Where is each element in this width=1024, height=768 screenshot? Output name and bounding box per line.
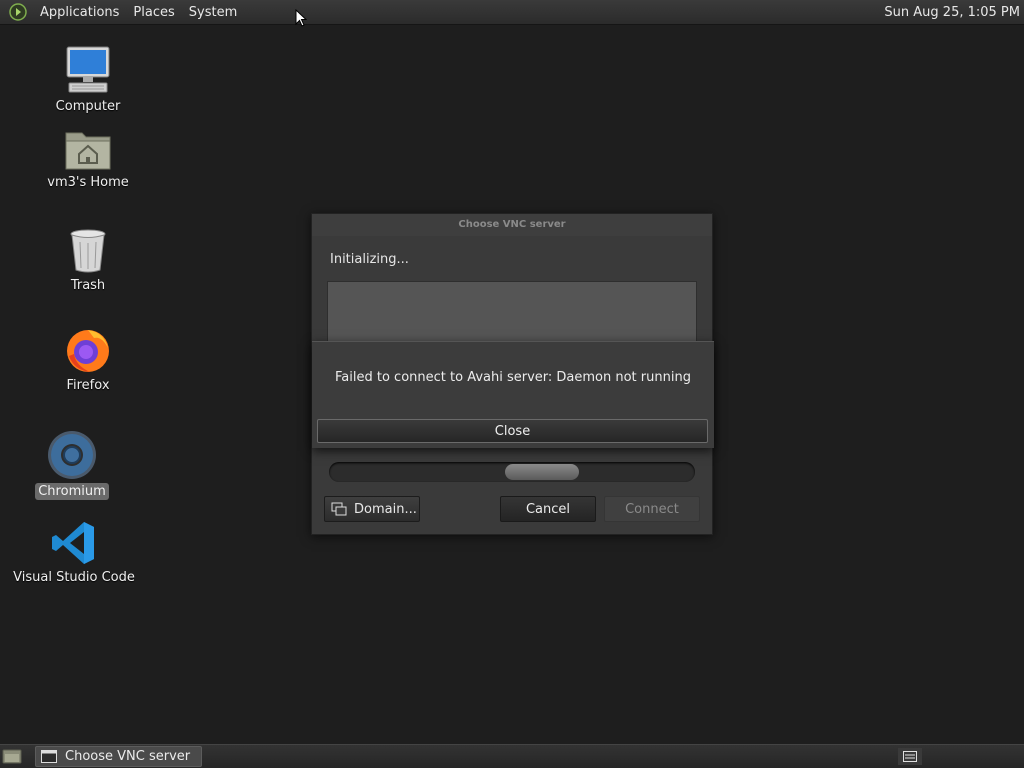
- desktop-icon-home[interactable]: vm3's Home: [46, 127, 130, 191]
- desktop-icon-trash[interactable]: Trash: [46, 228, 130, 294]
- desktop-icon-label: Computer: [55, 99, 121, 114]
- menu-logo-icon[interactable]: [9, 3, 27, 21]
- domain-icon: [331, 502, 347, 516]
- firefox-icon: [67, 330, 109, 372]
- status-label: Initializing...: [330, 252, 409, 267]
- home-folder-icon: [65, 132, 111, 170]
- error-dialog: Failed to connect to Avahi server: Daemo…: [312, 341, 714, 448]
- window-title[interactable]: Choose VNC server: [312, 214, 712, 236]
- desktop-icon-label: Trash: [70, 278, 106, 293]
- mouse-cursor-icon: [295, 9, 307, 27]
- computer-icon: [66, 46, 110, 93]
- vscode-icon: [52, 522, 94, 564]
- trash-icon: [70, 229, 106, 273]
- bottom-panel: Choose VNC server: [0, 744, 1024, 768]
- desktop-icon-vscode[interactable]: Visual Studio Code: [13, 520, 135, 586]
- taskbar-item-vnc-chooser[interactable]: Choose VNC server: [35, 746, 202, 767]
- desktop-icon-computer[interactable]: Computer: [46, 45, 130, 115]
- error-message: Failed to connect to Avahi server: Daemo…: [335, 370, 691, 385]
- workspace-icon: [903, 751, 917, 762]
- close-button[interactable]: Close: [317, 419, 708, 443]
- workspace-switcher[interactable]: [898, 748, 922, 765]
- desktop-icon-label: Visual Studio Code: [13, 570, 135, 585]
- desktop-icon-label: vm3's Home: [47, 175, 129, 190]
- desktop-icon-label: Chromium: [35, 483, 109, 500]
- places-menu[interactable]: Places: [126, 5, 181, 20]
- domain-button-label: Domain...: [354, 501, 417, 517]
- progress-bar: [329, 462, 695, 482]
- applications-menu[interactable]: Applications: [33, 5, 126, 20]
- domain-button[interactable]: Domain...: [324, 496, 420, 522]
- window-icon: [41, 750, 57, 763]
- show-desktop-icon[interactable]: [2, 748, 22, 765]
- clock[interactable]: Sun Aug 25, 1:05 PM: [884, 0, 1020, 25]
- top-panel: Applications Places System Sun Aug 25, 1…: [0, 0, 1024, 25]
- chromium-icon: [48, 431, 96, 479]
- cancel-button[interactable]: Cancel: [500, 496, 596, 522]
- desktop-icon-chromium[interactable]: Chromium: [30, 430, 114, 500]
- system-menu[interactable]: System: [182, 5, 244, 20]
- progress-pulse: [505, 464, 579, 480]
- connect-button[interactable]: Connect: [604, 496, 700, 522]
- taskbar-item-label: Choose VNC server: [65, 749, 191, 764]
- desktop-icon-firefox[interactable]: Firefox: [46, 326, 130, 394]
- desktop-icon-label: Firefox: [66, 378, 110, 393]
